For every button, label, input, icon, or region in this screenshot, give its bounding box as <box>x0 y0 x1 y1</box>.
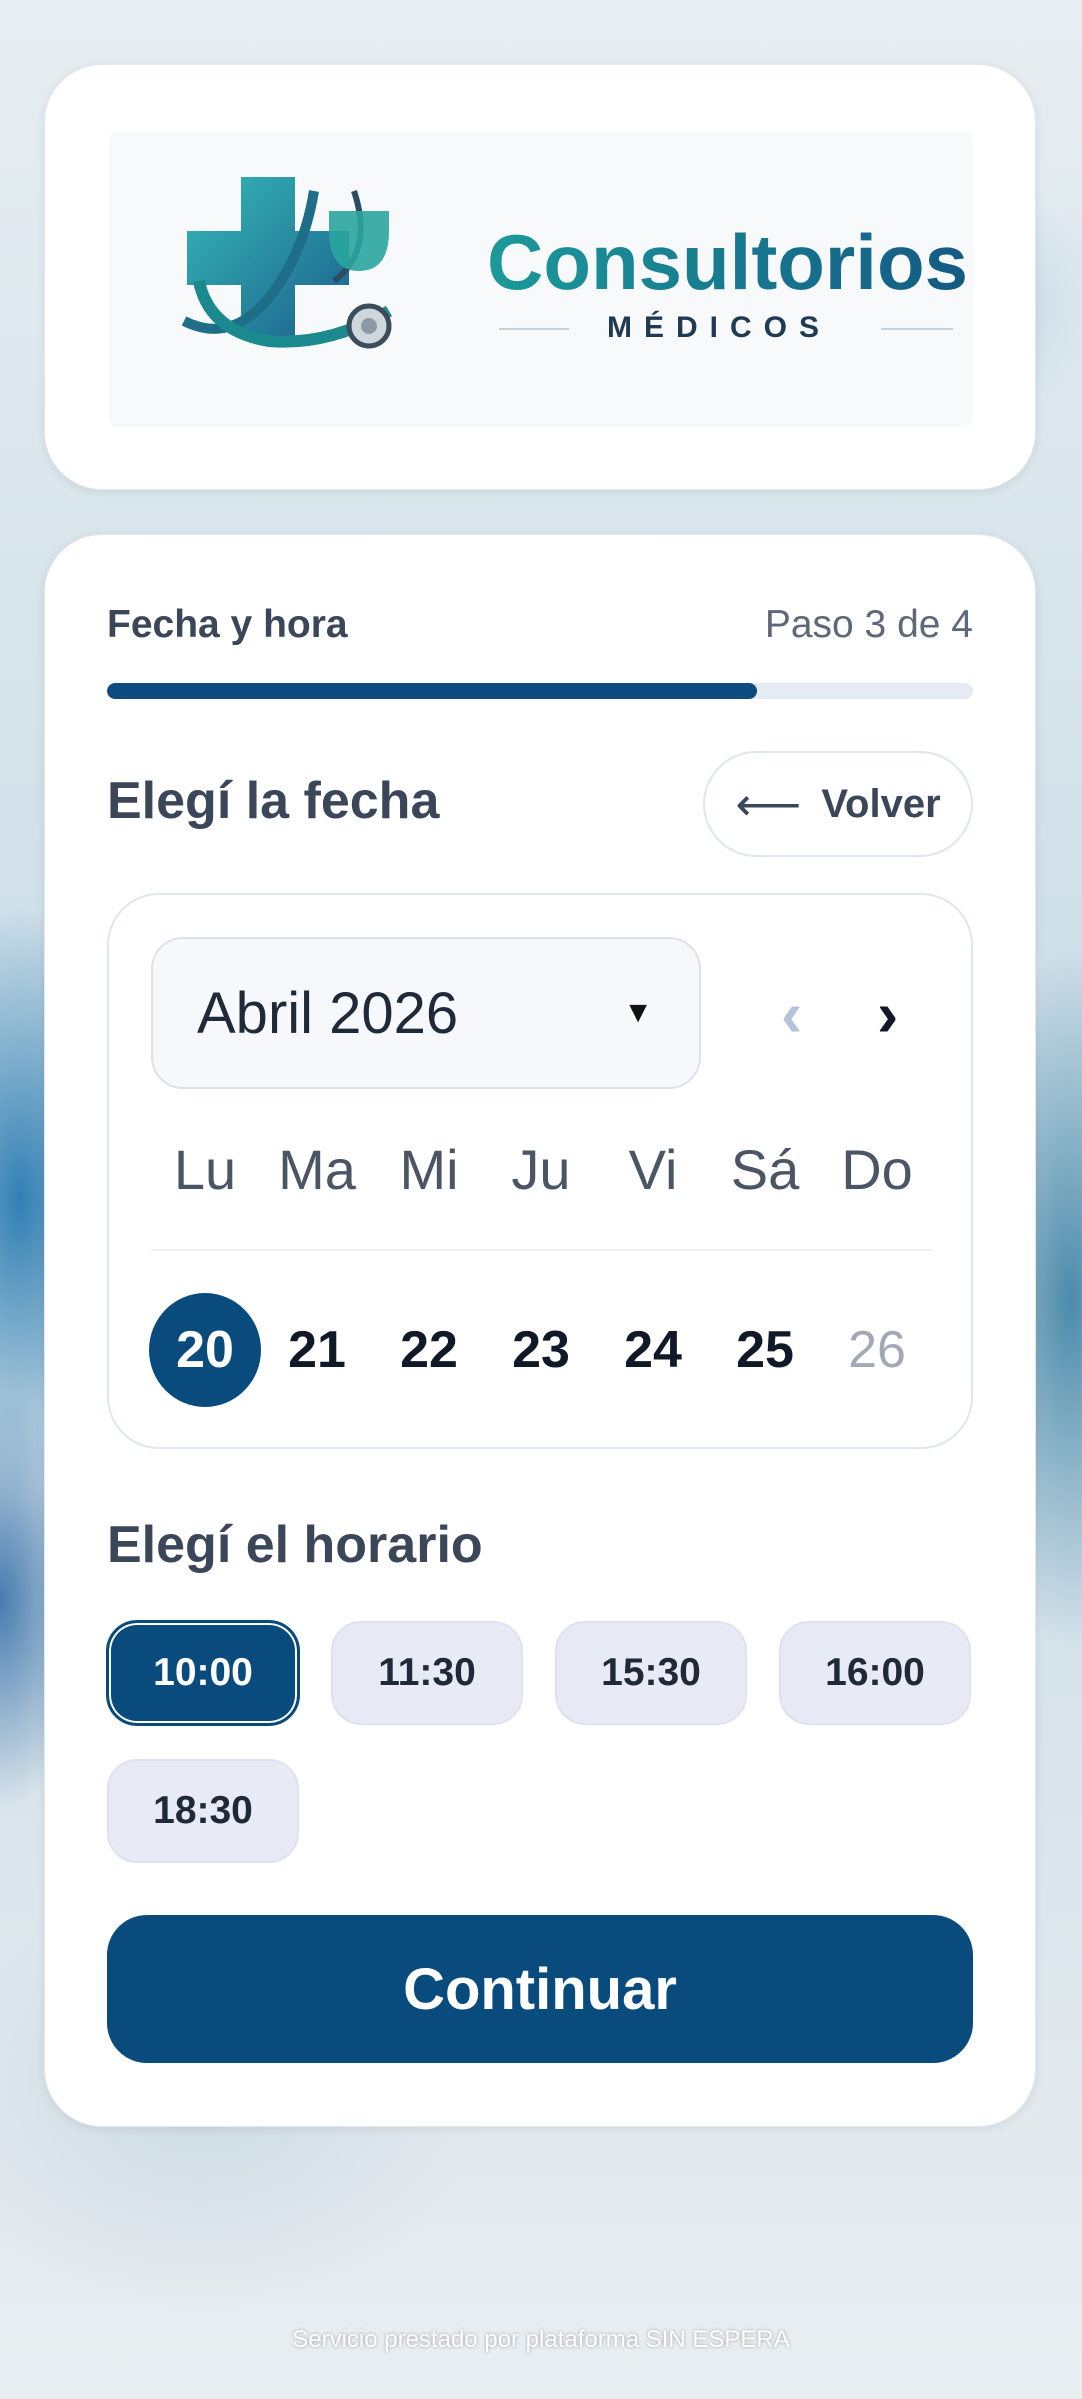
calendar: Abril 2026 ▼ ‹ › Lu Ma Mi Ju Vi Sá Do 20… <box>107 893 973 1449</box>
back-button[interactable]: ⟵ Volver <box>703 751 973 857</box>
time-section-title: Elegí el horario <box>107 1516 483 1574</box>
weekday-label: Ma <box>278 1138 356 1201</box>
chevron-right-icon[interactable]: › <box>877 977 898 1051</box>
day-cell[interactable]: 22 <box>373 1293 485 1407</box>
day-label: 26 <box>848 1321 906 1379</box>
time-slot[interactable]: 18:30 <box>107 1759 299 1863</box>
time-slot-list: 10:00 11:30 15:30 16:00 18:30 <box>107 1621 973 1863</box>
day-cell[interactable]: 24 <box>597 1293 709 1407</box>
back-button-label: Volver <box>821 781 941 826</box>
progress-bar <box>107 683 973 699</box>
day-label: 24 <box>624 1321 682 1379</box>
weekday-label: Ju <box>511 1138 571 1201</box>
time-slot[interactable]: 15:30 <box>555 1621 747 1725</box>
caret-down-icon: ▼ <box>623 996 653 1029</box>
divider <box>881 328 953 330</box>
logo-card: Consultorios MÉDICOS <box>44 64 1036 490</box>
time-slot-selected[interactable]: 10:00 <box>107 1621 299 1725</box>
weekday-label: Sá <box>730 1138 800 1201</box>
day-cell[interactable]: 23 <box>485 1293 597 1407</box>
time-slot[interactable]: 11:30 <box>331 1621 523 1725</box>
brand-subtitle: MÉDICOS <box>606 311 831 344</box>
logo: Consultorios MÉDICOS <box>109 131 973 427</box>
day-label: 22 <box>400 1321 458 1379</box>
left-arrow-icon: ⟵ <box>735 778 802 830</box>
day-label: 20 <box>149 1293 261 1407</box>
month-select-value: Abril 2026 <box>197 980 459 1046</box>
continue-button[interactable]: Continuar <box>107 1915 973 2063</box>
progress-fill <box>107 683 757 699</box>
month-select[interactable]: Abril 2026 ▼ <box>151 937 701 1089</box>
divider <box>151 1249 933 1251</box>
weekday-header: Lu Ma Mi Ju Vi Sá Do <box>149 1137 933 1202</box>
day-cell[interactable]: 21 <box>261 1293 373 1407</box>
weekday-label: Lu <box>173 1138 237 1201</box>
step-title: Fecha y hora <box>107 603 348 646</box>
medical-cross-stethoscope-icon <box>181 177 393 349</box>
brand-name: Consultorios <box>487 218 968 306</box>
step-counter: Paso 3 de 4 <box>764 603 973 646</box>
footer-text: Servicio prestado por plataforma SIN ESP… <box>292 2326 790 2353</box>
day-label: 23 <box>512 1321 570 1379</box>
weekday-label: Mi <box>399 1138 459 1201</box>
weekday-label: Do <box>841 1138 913 1201</box>
date-section-title: Elegí la fecha <box>107 772 440 830</box>
day-row: 20 21 22 23 24 25 26 <box>149 1293 933 1407</box>
chevron-left-icon[interactable]: ‹ <box>781 977 802 1051</box>
weekday-label: Vi <box>628 1138 678 1201</box>
day-label: 21 <box>288 1321 346 1379</box>
day-label: 25 <box>736 1321 794 1379</box>
day-cell-selected[interactable]: 20 <box>149 1293 261 1407</box>
day-cell[interactable]: 25 <box>709 1293 821 1407</box>
time-slot[interactable]: 16:00 <box>779 1621 971 1725</box>
booking-card: Fecha y hora Paso 3 de 4 Elegí la fecha … <box>44 534 1036 2127</box>
day-cell-disabled: 26 <box>821 1293 933 1407</box>
